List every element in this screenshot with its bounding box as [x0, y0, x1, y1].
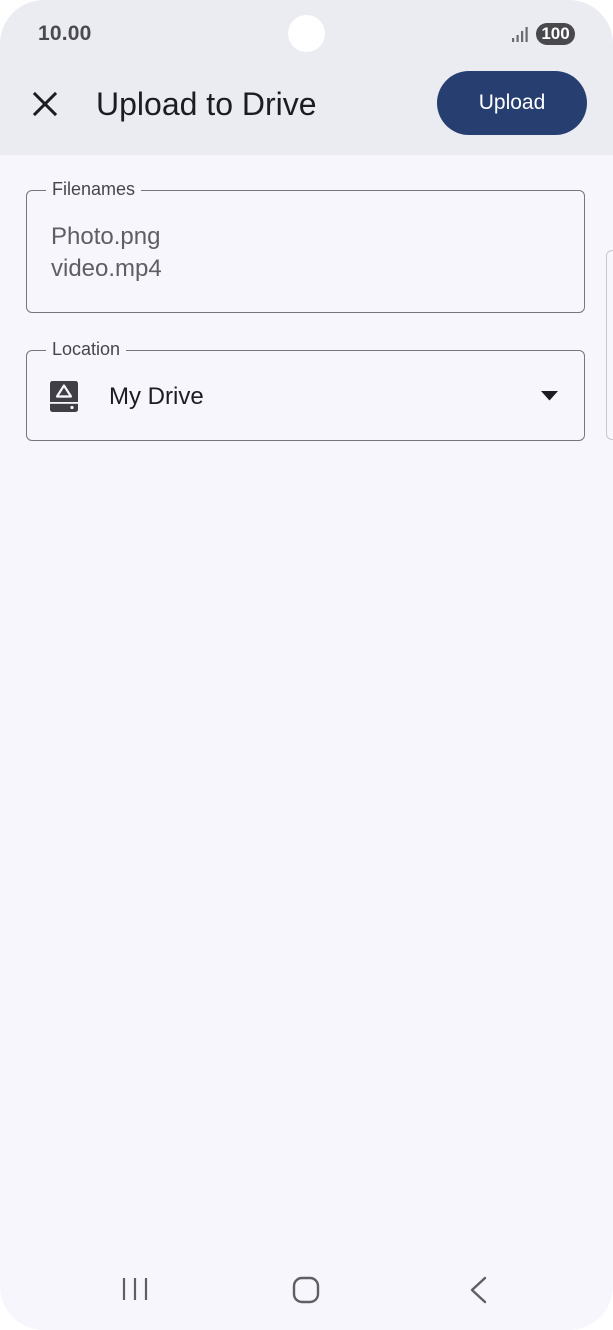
navigation-bar — [0, 1250, 613, 1330]
location-label: Location — [46, 338, 127, 360]
filenames-label: Filenames — [46, 178, 142, 200]
home-icon[interactable] — [292, 1276, 320, 1304]
page-title: Upload to Drive — [96, 86, 317, 122]
camera-cutout — [288, 15, 325, 52]
location-value: My Drive — [109, 383, 204, 410]
scroll-indicator — [606, 250, 613, 440]
filenames-field[interactable]: Filenames Photo.png video.mp4 — [26, 178, 585, 313]
status-time: 10.00 — [38, 22, 92, 45]
signal-icon — [512, 27, 528, 42]
dropdown-icon[interactable] — [541, 391, 558, 401]
drive-icon — [50, 381, 78, 412]
battery-icon: 100 — [536, 23, 575, 45]
app-header: 10.00 100 Upload to Drive Upload — [0, 0, 613, 155]
upload-button[interactable]: Upload — [437, 71, 587, 135]
recent-apps-icon[interactable] — [120, 1275, 150, 1303]
location-dropdown[interactable]: Location My Drive — [26, 338, 585, 441]
close-icon[interactable] — [24, 83, 66, 125]
phone-screen: 10.00 100 Upload to Drive Upload Filenam… — [0, 0, 613, 1330]
filenames-value[interactable]: Photo.png video.mp4 — [51, 221, 162, 285]
status-bar: 10.00 100 — [0, 0, 613, 70]
back-icon[interactable] — [466, 1275, 490, 1305]
